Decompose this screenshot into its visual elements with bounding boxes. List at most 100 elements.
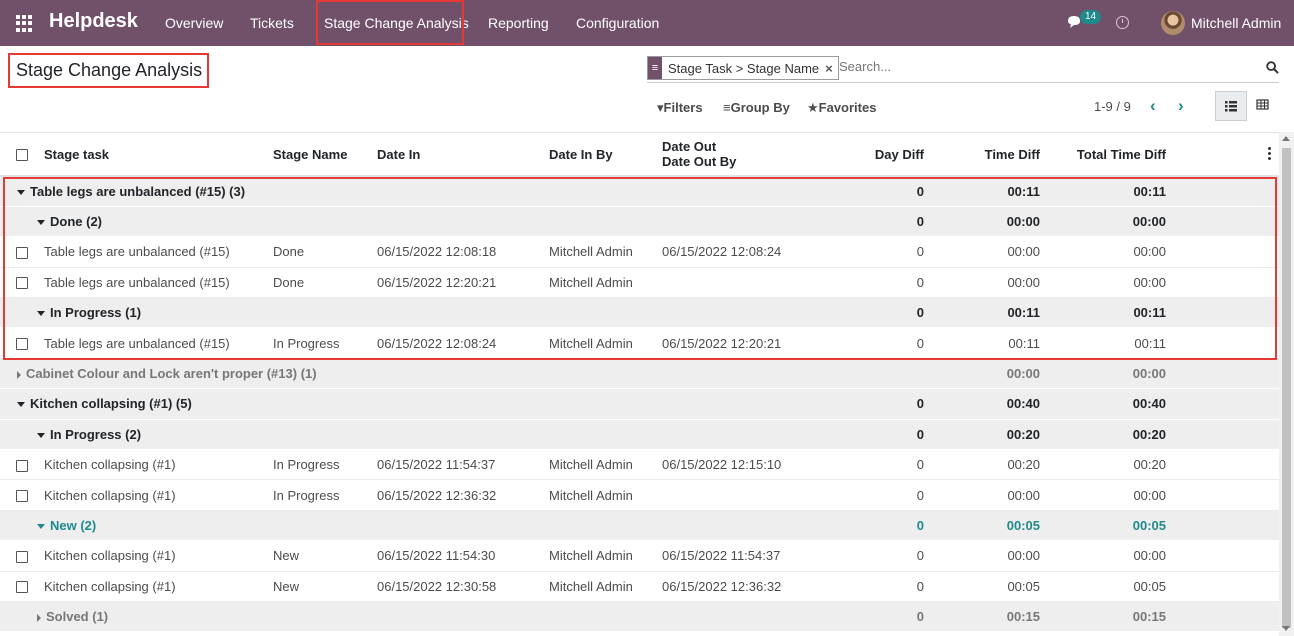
row-select-cell[interactable] xyxy=(0,327,36,359)
header-total-time-diff[interactable]: Total Time Diff xyxy=(1054,133,1166,177)
menu-configuration[interactable]: Configuration xyxy=(576,15,659,31)
row-checkbox[interactable] xyxy=(16,581,28,594)
cell-stage-name[interactable]: New xyxy=(273,571,377,602)
vertical-scrollbar[interactable] xyxy=(1279,132,1294,636)
cell-date-out-wrap[interactable]: 06/15/2022 12:15:10Mitchell Admin xyxy=(662,449,834,481)
cell-stage-task[interactable]: Kitchen collapsing (#1) xyxy=(36,479,273,511)
menu-tickets[interactable]: Tickets xyxy=(250,15,294,31)
cell-stage-name[interactable]: Done xyxy=(273,267,377,299)
favorites-button[interactable]: ★Favorites xyxy=(807,100,876,116)
cell-date-in[interactable]: 06/15/2022 12:36:32 xyxy=(377,479,549,511)
cell-time-diff[interactable]: 00:20 xyxy=(944,449,1054,481)
cell-day-diff[interactable]: 0 xyxy=(834,449,944,481)
menu-reporting[interactable]: Reporting xyxy=(488,15,549,31)
group-row[interactable]: Kitchen collapsing (#1) (5) 0 00:40 00:40 xyxy=(0,388,1279,420)
menu-overview[interactable]: Overview xyxy=(165,15,223,31)
pivot-view-button[interactable] xyxy=(1250,91,1278,121)
cell-time-diff[interactable]: 00:00 xyxy=(944,479,1054,511)
cell-date-out-wrap[interactable]: 06/15/2022 12:36:32Mitchell Admin xyxy=(662,571,834,602)
scroll-down-arrow-icon[interactable] xyxy=(1282,626,1290,631)
apps-menu-icon[interactable] xyxy=(16,15,33,32)
row-select-cell[interactable] xyxy=(0,479,36,511)
header-date-out-label[interactable]: Date Out xyxy=(662,139,834,154)
cell-date-in-by[interactable]: Mitchell Admin xyxy=(549,571,662,602)
row-checkbox[interactable] xyxy=(16,338,28,351)
cell-total-time-diff[interactable]: 00:00 xyxy=(1054,267,1166,299)
user-name[interactable]: Mitchell Admin xyxy=(1191,15,1281,31)
cell-stage-task[interactable]: Kitchen collapsing (#1) xyxy=(36,449,273,481)
table-row[interactable]: Table legs are unbalanced (#15) In Progre… xyxy=(0,327,1279,359)
header-date-out-by[interactable]: Date Out By xyxy=(662,154,736,169)
group-row[interactable]: In Progress (1) 0 00:11 00:11 xyxy=(0,297,1279,329)
cell-time-diff[interactable]: 00:05 xyxy=(944,571,1054,602)
cell-time-diff[interactable]: 00:00 xyxy=(944,267,1054,299)
header-stage-name[interactable]: Stage Name xyxy=(273,133,377,177)
cell-total-time-diff[interactable]: 00:11 xyxy=(1054,327,1166,359)
row-checkbox[interactable] xyxy=(16,277,28,290)
row-select-cell[interactable] xyxy=(0,449,36,481)
cell-date-in-by[interactable]: Mitchell Admin xyxy=(549,236,662,268)
cell-day-diff[interactable]: 0 xyxy=(834,571,944,602)
facet-remove-icon[interactable]: × xyxy=(825,61,838,76)
table-row[interactable]: Kitchen collapsing (#1) New 06/15/2022 12:… xyxy=(0,571,1279,602)
cell-date-out-wrap[interactable] xyxy=(662,479,834,511)
group-by-button[interactable]: ≡Group By xyxy=(723,100,790,115)
cell-date-in[interactable]: 06/15/2022 11:54:30 xyxy=(377,540,549,572)
cell-stage-name[interactable]: New xyxy=(273,540,377,572)
cell-date-in-by[interactable]: Mitchell Admin xyxy=(549,327,662,359)
table-row[interactable]: Table legs are unbalanced (#15) Done 06/15… xyxy=(0,267,1279,299)
cell-date-in[interactable]: 06/15/2022 12:30:58 xyxy=(377,571,549,602)
table-row[interactable]: Kitchen collapsing (#1) In Progress 06/15/… xyxy=(0,479,1279,511)
row-select-cell[interactable] xyxy=(0,267,36,299)
group-label-cell[interactable]: In Progress (1) xyxy=(0,297,834,329)
group-row[interactable]: New (2) 0 00:05 00:05 xyxy=(0,510,1279,542)
header-date-out[interactable]: Date OutDate Out By xyxy=(662,133,834,177)
activity-clock-icon[interactable] xyxy=(1116,16,1129,29)
cell-day-diff[interactable]: 0 xyxy=(834,479,944,511)
cell-date-out-wrap[interactable] xyxy=(662,267,834,299)
row-select-cell[interactable] xyxy=(0,540,36,572)
header-date-in[interactable]: Date In xyxy=(377,133,549,177)
row-checkbox[interactable] xyxy=(16,459,28,472)
cell-day-diff[interactable]: 0 xyxy=(834,327,944,359)
cell-date-in[interactable]: 06/15/2022 12:20:21 xyxy=(377,267,549,299)
cell-day-diff[interactable]: 0 xyxy=(834,267,944,299)
scroll-thumb[interactable] xyxy=(1282,148,1291,628)
search-icon[interactable] xyxy=(1266,61,1279,74)
cell-date-out-wrap[interactable]: 06/15/2022 12:08:24Mitchell Admin xyxy=(662,236,834,268)
table-row[interactable]: Kitchen collapsing (#1) New 06/15/2022 11:… xyxy=(0,540,1279,572)
list-view-button[interactable] xyxy=(1215,91,1247,121)
optional-columns-toggle[interactable] xyxy=(1166,133,1279,177)
user-avatar[interactable] xyxy=(1161,11,1185,35)
pager-value[interactable]: 1-9 / 9 xyxy=(1094,99,1131,114)
cell-date-in-by[interactable]: Mitchell Admin xyxy=(549,267,662,299)
cell-day-diff[interactable]: 0 xyxy=(834,540,944,572)
cell-date-in[interactable]: 06/15/2022 12:08:24 xyxy=(377,327,549,359)
group-label-cell[interactable]: New (2) xyxy=(0,510,834,542)
cell-total-time-diff[interactable]: 00:05 xyxy=(1054,571,1166,602)
table-row[interactable]: Table legs are unbalanced (#15) Done 06/15… xyxy=(0,236,1279,268)
row-checkbox[interactable] xyxy=(16,247,28,260)
group-label-cell[interactable]: Table legs are unbalanced (#15) (3) xyxy=(0,176,834,207)
group-row[interactable]: Solved (1) 0 00:15 00:15 xyxy=(0,601,1279,633)
cell-stage-name[interactable]: Done xyxy=(273,236,377,268)
cell-stage-name[interactable]: In Progress xyxy=(273,479,377,511)
table-row[interactable]: Kitchen collapsing (#1) In Progress 06/15/… xyxy=(0,449,1279,481)
scroll-up-arrow-icon[interactable] xyxy=(1282,136,1290,141)
row-checkbox[interactable] xyxy=(16,490,28,503)
group-row[interactable]: In Progress (2) 0 00:20 00:20 xyxy=(0,419,1279,451)
group-row[interactable]: Table legs are unbalanced (#15) (3) 0 00:1… xyxy=(0,176,1279,207)
row-checkbox[interactable] xyxy=(16,550,28,563)
select-all-checkbox[interactable] xyxy=(16,149,28,162)
cell-stage-name[interactable]: In Progress xyxy=(273,449,377,481)
cell-stage-task[interactable]: Kitchen collapsing (#1) xyxy=(36,540,273,572)
group-label-cell[interactable]: Kitchen collapsing (#1) (5) xyxy=(0,388,834,420)
header-date-in-by[interactable]: Date In By xyxy=(549,133,662,177)
group-label-cell[interactable]: Solved (1) xyxy=(0,601,834,633)
row-select-cell[interactable] xyxy=(0,236,36,268)
pager-next-icon[interactable]: › xyxy=(1178,96,1184,116)
cell-date-in[interactable]: 06/15/2022 12:08:18 xyxy=(377,236,549,268)
cell-time-diff[interactable]: 00:00 xyxy=(944,236,1054,268)
cell-total-time-diff[interactable]: 00:20 xyxy=(1054,449,1166,481)
cell-date-out-wrap[interactable]: 06/15/2022 12:20:21Mitchell Admin xyxy=(662,327,834,359)
